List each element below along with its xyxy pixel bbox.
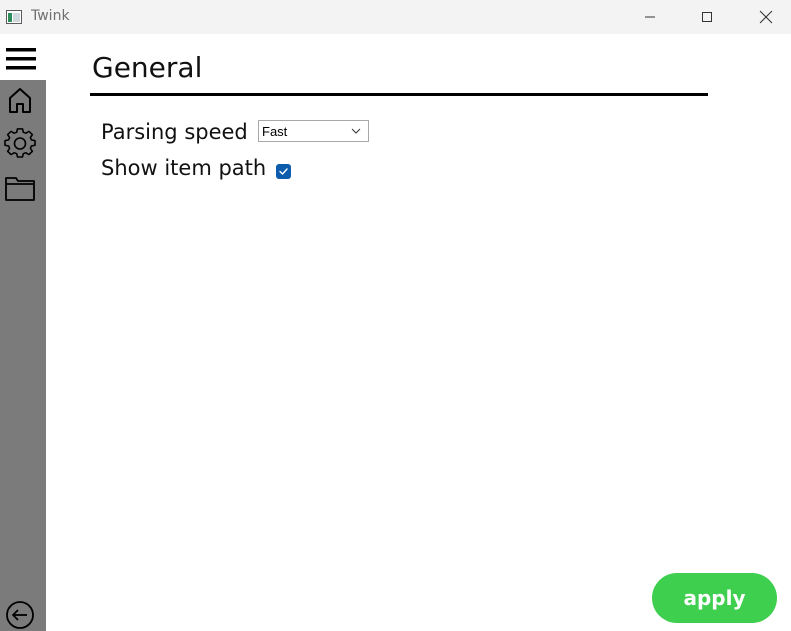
maximize-icon	[702, 12, 712, 22]
app-icon	[6, 9, 22, 24]
sidebar-header	[0, 34, 46, 80]
checkmark-icon	[279, 168, 288, 175]
apply-button[interactable]: apply	[652, 573, 777, 623]
sidebar-item-back[interactable]	[4, 599, 36, 631]
menu-button[interactable]	[5, 43, 37, 75]
show-item-path-label: Show item path	[101, 156, 267, 180]
folder-icon	[5, 177, 35, 201]
back-arrow-icon	[6, 601, 34, 629]
window-title: Twink	[31, 8, 70, 24]
show-item-path-checkbox[interactable]	[276, 164, 291, 179]
parsing-speed-label: Parsing speed	[101, 120, 248, 144]
gear-icon	[4, 128, 36, 158]
sidebar-item-home[interactable]	[4, 84, 36, 116]
maximize-button[interactable]	[684, 0, 730, 34]
minimize-icon	[645, 16, 655, 18]
chevron-down-icon	[351, 128, 361, 134]
parsing-speed-select[interactable]: Fast	[258, 120, 369, 142]
sidebar	[0, 80, 46, 631]
parsing-speed-value: Fast	[262, 124, 288, 139]
sidebar-item-folder[interactable]	[4, 172, 36, 204]
title-divider	[90, 93, 708, 96]
close-button[interactable]	[743, 0, 789, 34]
home-icon	[9, 88, 31, 113]
menu-icon	[6, 48, 36, 70]
close-icon	[759, 10, 773, 24]
title-bar: Twink	[0, 0, 791, 34]
page-title: General	[92, 51, 203, 84]
minimize-button[interactable]	[627, 0, 673, 34]
sidebar-item-settings[interactable]	[4, 128, 36, 160]
app-window: Twink General Parsing speed Fast Show it…	[0, 0, 791, 631]
